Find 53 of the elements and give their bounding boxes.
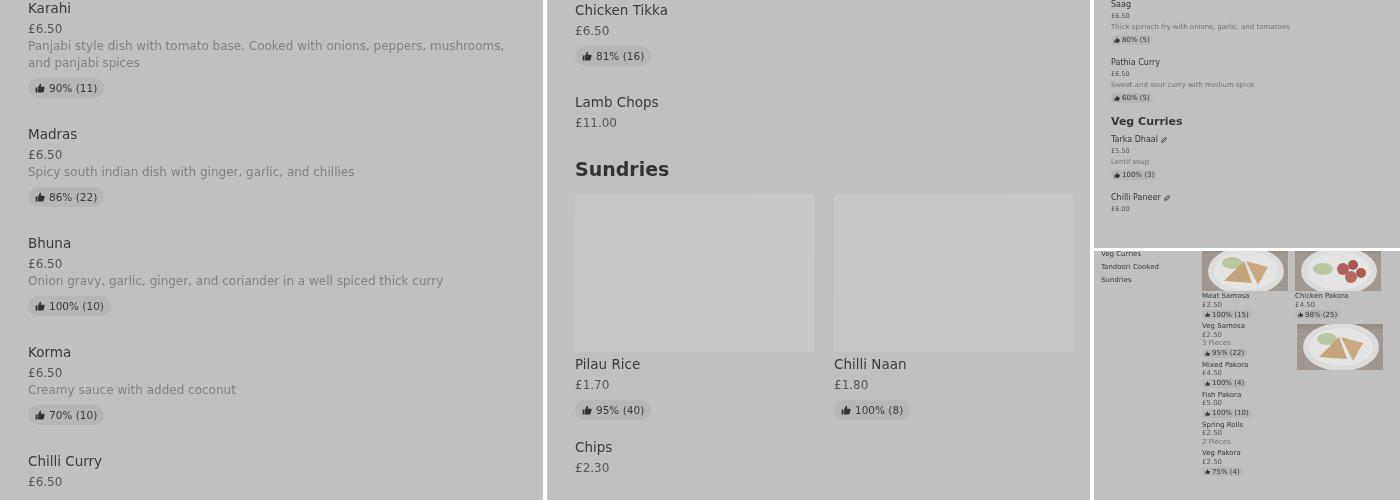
- dish-price: £6.50: [28, 365, 63, 382]
- thumbs-up-icon: [1298, 312, 1303, 317]
- dish-price: £6.50: [28, 474, 63, 491]
- dish-name: Chips: [575, 438, 613, 457]
- dish-price: £1.80: [834, 377, 869, 394]
- dish-name: Chilli Paneer: [1111, 192, 1161, 203]
- rating-text: 100% (8): [855, 404, 904, 416]
- dish-name: Karahi: [28, 0, 72, 18]
- thumbs-up-icon: [1205, 312, 1210, 317]
- thumbs-up-icon: [35, 410, 45, 420]
- dish-name: Bhuna: [28, 234, 72, 253]
- section-heading: Veg Curries: [1111, 115, 1184, 128]
- thumbs-up-icon: [1205, 469, 1210, 474]
- dish-name: Lamb Chops: [575, 93, 659, 112]
- dish-name: Pilau Rice: [575, 355, 641, 374]
- dish-name: Saag: [1111, 0, 1131, 10]
- thumbs-up-icon: [582, 51, 592, 61]
- thumbs-up-icon: [1205, 380, 1210, 386]
- dish-price: £6.50: [28, 21, 63, 38]
- dish-description: Spicy south indian dish with ginger, garlic, and chillies: [28, 164, 355, 181]
- thumbs-up-icon: [1114, 95, 1120, 101]
- dish-description: Creamy sauce with added coconut: [28, 382, 236, 399]
- dish-price: £2.30: [575, 460, 610, 477]
- dish-price: £1.70: [575, 377, 610, 394]
- dish-description: Onion gravy, garlic, ginger, and coriander in a well spiced thick curry: [28, 273, 444, 290]
- section-heading: Sundries: [575, 158, 671, 180]
- rating-text: 70% (10): [49, 409, 98, 421]
- thumbs-up-icon: [35, 83, 45, 93]
- dish-name: Chilli Naan: [834, 355, 907, 374]
- rating-text: 90% (11): [49, 82, 98, 94]
- thumbs-up-icon: [1205, 410, 1210, 416]
- dish-price: £6.50: [28, 256, 63, 273]
- rating-text: 100% (10): [49, 300, 104, 312]
- dish-name: Pathia Curry: [1111, 57, 1161, 68]
- dish-name: Madras: [28, 125, 78, 144]
- dish-name: Chilli Curry: [28, 452, 103, 471]
- dish-description: Panjabi style dish with tomato base. Cooked with onions, peppers, mushrooms, and panjabi spices: [28, 38, 506, 72]
- dish-name: Korma: [28, 343, 72, 362]
- thumbs-up-icon: [35, 192, 45, 202]
- thumbs-up-icon: [841, 405, 851, 415]
- thumbs-up-icon: [582, 405, 592, 415]
- rating-text: 95% (40): [596, 404, 645, 416]
- thumbs-up-icon: [1114, 37, 1120, 43]
- thumbs-up-icon: [1114, 172, 1120, 178]
- rating-text: 81% (16): [596, 50, 645, 62]
- dish-name: Tarka Dhaal: [1111, 134, 1158, 145]
- rating-text: 86% (22): [49, 191, 98, 203]
- thumbs-up-icon: [35, 301, 45, 311]
- dish-name: Chicken Tikka: [575, 1, 668, 20]
- dish-price: £11.00: [575, 115, 617, 132]
- thumbs-up-icon: [1205, 350, 1210, 356]
- dish-price: £6.50: [28, 147, 63, 164]
- dish-price: £6.50: [575, 23, 610, 40]
